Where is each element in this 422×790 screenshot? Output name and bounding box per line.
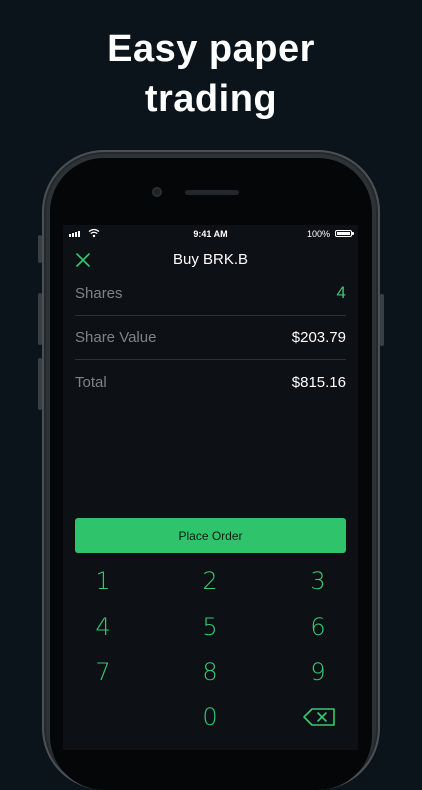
- share-value-label: Share Value: [75, 329, 157, 346]
- battery-icon: [335, 230, 354, 237]
- page-title: Buy BRK.B: [172, 251, 249, 268]
- earpiece-speaker: [185, 190, 239, 195]
- backspace-icon[interactable]: [278, 697, 358, 737]
- keypad-key-9[interactable]: 9: [278, 652, 358, 692]
- keypad-key-8[interactable]: 8: [170, 652, 250, 692]
- keypad-key-7[interactable]: 7: [63, 652, 143, 692]
- headline-line-1: Easy paper: [107, 28, 315, 70]
- app-screen: 9:41 AM 100% Buy BRK.B Shares 4 Share Va…: [63, 225, 358, 750]
- share-value-row: Share Value $203.79: [75, 315, 346, 360]
- keypad-key-2[interactable]: 2: [170, 561, 250, 601]
- share-value-amount: $203.79: [291, 329, 346, 346]
- total-row: Total $815.16: [75, 360, 346, 404]
- battery-percent: 100%: [306, 229, 330, 239]
- front-camera: [152, 187, 162, 197]
- shares-value[interactable]: 4: [337, 283, 346, 303]
- keypad-key-1[interactable]: 1: [63, 561, 143, 601]
- headline: Easy paper trading: [0, 24, 422, 124]
- headline-line-2: trading: [144, 78, 278, 120]
- shares-row: Shares 4: [75, 271, 346, 316]
- phone-power-button: [380, 294, 384, 346]
- keypad-key-4[interactable]: 4: [63, 607, 143, 647]
- keypad-key-3[interactable]: 3: [278, 561, 358, 601]
- total-label: Total: [75, 374, 107, 391]
- status-bar: 9:41 AM 100%: [63, 225, 358, 243]
- keypad-key-6[interactable]: 6: [278, 607, 358, 647]
- place-order-button[interactable]: Place Order: [75, 518, 346, 553]
- keypad-key-5[interactable]: 5: [170, 607, 250, 647]
- keypad-key-0[interactable]: 0: [170, 697, 250, 737]
- shares-label: Shares: [75, 285, 123, 302]
- total-value: $815.16: [291, 374, 346, 391]
